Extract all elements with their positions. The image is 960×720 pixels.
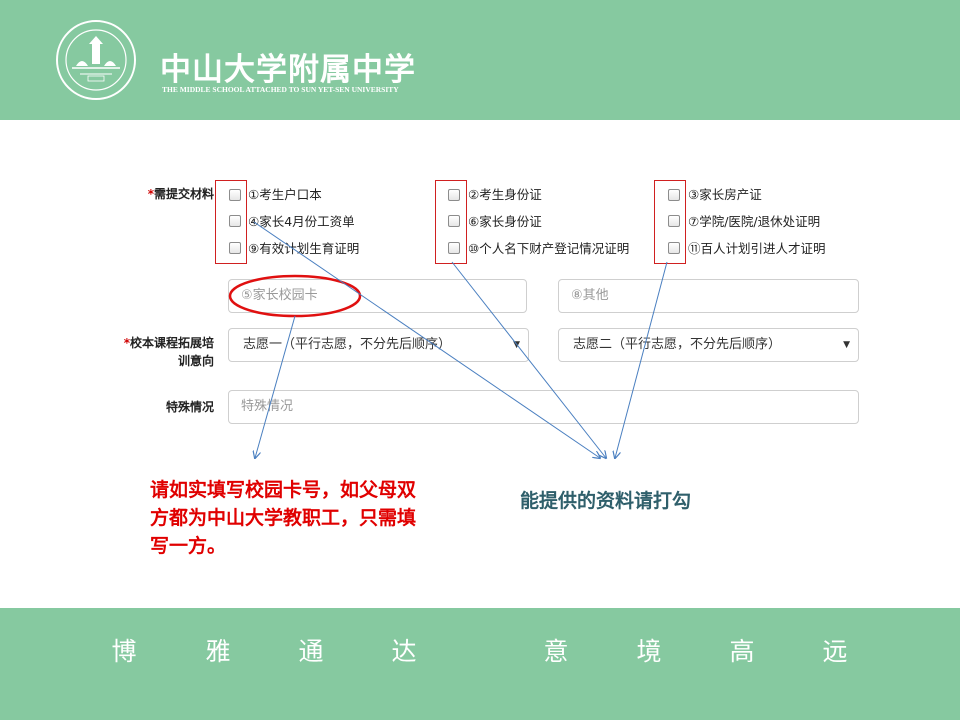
check-materials-note: 能提供的资料请打勾 xyxy=(520,490,692,512)
motto-char: 高 xyxy=(729,637,755,666)
motto-char: 博 xyxy=(111,637,137,666)
campus-card-note: 请如实填写校园卡号，如父母双方都为中山大学教职工，只需填写一方。 xyxy=(150,479,417,557)
motto-char: 意 xyxy=(543,637,569,666)
motto-char: 境 xyxy=(636,637,662,666)
motto-char: 远 xyxy=(822,637,848,666)
motto-char: 雅 xyxy=(205,637,231,666)
motto-char: 达 xyxy=(391,637,417,666)
campus-card-highlight xyxy=(228,274,362,318)
motto-char: 通 xyxy=(298,637,324,666)
